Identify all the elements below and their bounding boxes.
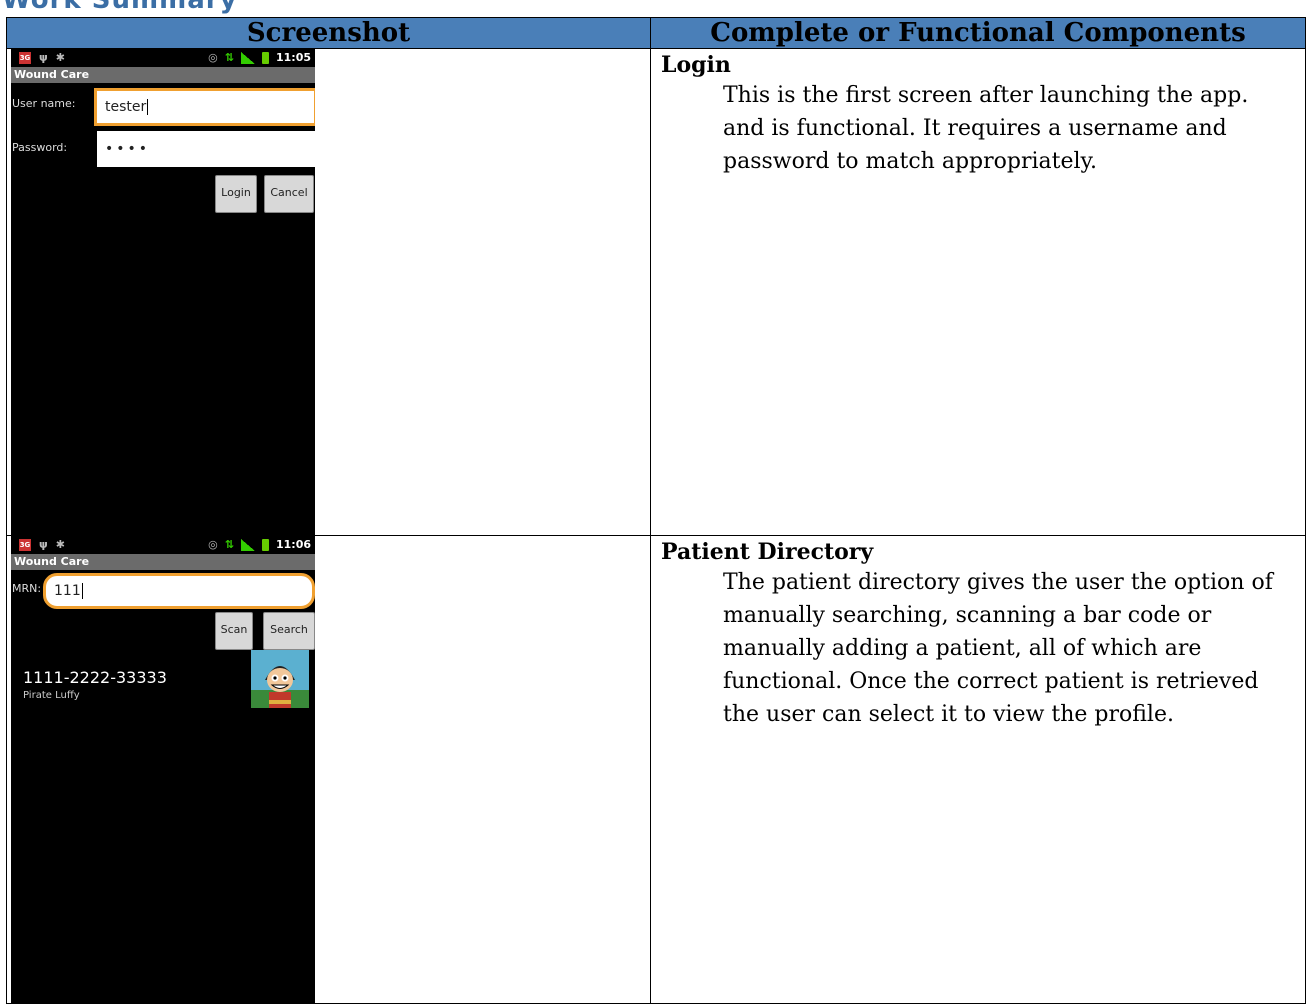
mrn-value: 111: [54, 583, 81, 599]
mrn-input[interactable]: 111: [43, 573, 315, 609]
cartoon-avatar-icon: [251, 650, 309, 708]
status-bar: 3G ψ ✱ ◎ ⇅ 11:06: [11, 536, 315, 554]
screenshot-cell-directory: 3G ψ ✱ ◎ ⇅ 11:06 Wound Care MRN: 111 Sca…: [6, 535, 651, 1004]
status-time: 11:05: [275, 51, 311, 64]
status-bar: 3G ψ ✱ ◎ ⇅ 11:05: [11, 49, 315, 67]
username-value: tester: [105, 99, 147, 115]
app-title: Wound Care: [11, 554, 315, 570]
usb-icon: ψ: [39, 51, 48, 64]
battery-icon: [261, 538, 269, 551]
network-3g-icon: 3G: [19, 51, 31, 64]
header-components: Complete or Functional Components: [650, 17, 1306, 49]
description-cell-directory: Patient Directory The patient directory …: [650, 535, 1306, 1004]
signal-icon: [240, 538, 255, 551]
patient-list-item[interactable]: 1111-2222-33333 Pirate Luffy: [11, 650, 315, 724]
section-title: Patient Directory: [661, 539, 874, 565]
debug-icon: ✱: [55, 538, 65, 551]
login-screenshot: 3G ψ ✱ ◎ ⇅ 11:05 Wound Care User name: t…: [11, 49, 315, 535]
username-input[interactable]: tester: [94, 88, 315, 126]
table-row: 3G ψ ✱ ◎ ⇅ 11:06 Wound Care MRN: 111 Sca…: [6, 535, 1306, 1004]
patient-name: Pirate Luffy: [23, 690, 80, 701]
page-heading: Work Summary: [0, 0, 238, 14]
table-header-row: Screenshot Complete or Functional Compon…: [6, 17, 1306, 49]
mrn-label: MRN:: [12, 582, 42, 595]
network-3g-icon: 3G: [19, 538, 31, 551]
username-label: User name:: [12, 97, 76, 110]
directory-screenshot: 3G ψ ✱ ◎ ⇅ 11:06 Wound Care MRN: 111 Sca…: [11, 536, 315, 1003]
app-title: Wound Care: [11, 67, 315, 83]
summary-table: Screenshot Complete or Functional Compon…: [6, 17, 1306, 1004]
battery-icon: [261, 51, 269, 64]
signal-icon: [240, 51, 255, 64]
header-screenshot: Screenshot: [6, 17, 651, 49]
scan-button[interactable]: Scan: [215, 612, 253, 650]
data-icon: ⇅: [224, 538, 234, 551]
screenshot-cell-login: 3G ψ ✱ ◎ ⇅ 11:05 Wound Care User name: t…: [6, 48, 651, 536]
usb-icon: ψ: [39, 538, 48, 551]
description-cell-login: Login This is the first screen after lau…: [650, 48, 1306, 536]
text-cursor: [81, 583, 83, 599]
status-time: 11:06: [275, 538, 311, 551]
table-row: 3G ψ ✱ ◎ ⇅ 11:05 Wound Care User name: t…: [6, 48, 1306, 536]
vibrate-icon: ◎: [208, 51, 218, 64]
cancel-button[interactable]: Cancel: [264, 175, 314, 213]
vibrate-icon: ◎: [208, 538, 218, 551]
debug-icon: ✱: [55, 51, 65, 64]
login-button[interactable]: Login: [215, 175, 257, 213]
section-description: This is the first screen after launching…: [723, 83, 1249, 174]
section-title: Login: [661, 52, 731, 78]
data-icon: ⇅: [224, 51, 234, 64]
password-input[interactable]: ••••: [97, 131, 315, 167]
text-cursor: [147, 99, 149, 115]
search-button[interactable]: Search: [263, 612, 315, 650]
password-label: Password:: [12, 141, 68, 154]
patient-avatar: [251, 650, 309, 708]
password-value: ••••: [105, 141, 151, 157]
patient-mrn: 1111-2222-33333: [23, 668, 167, 687]
section-description: The patient directory gives the user the…: [723, 570, 1273, 727]
